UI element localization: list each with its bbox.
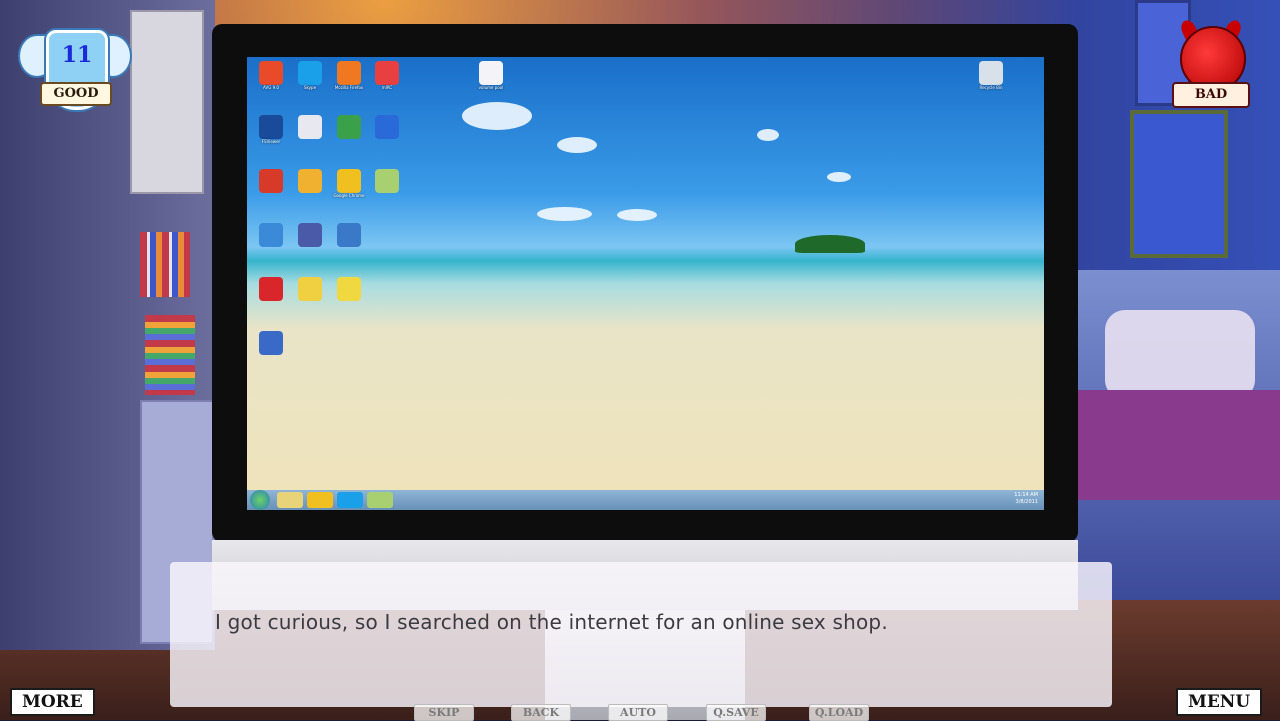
app-icon: [298, 277, 322, 301]
desktop-icon[interactable]: Skype: [288, 61, 332, 91]
desktop-screen: AVG 9.0 Skype Mozilla Firefox mIRC FSViewer G…: [247, 57, 1044, 510]
app-icon: [298, 169, 322, 193]
blanket: [1075, 390, 1280, 500]
app-icon: [337, 223, 361, 247]
dialogue-text: I got curious, so I searched on the inte…: [215, 610, 888, 634]
desktop-icon[interactable]: [288, 115, 332, 139]
cloud: [617, 209, 657, 221]
app-icon: [259, 115, 283, 139]
more-button[interactable]: MORE: [10, 688, 95, 716]
desktop-icon[interactable]: [327, 223, 371, 247]
desktop-icon[interactable]: [365, 169, 409, 193]
auto-button[interactable]: AUTO: [608, 704, 668, 721]
cabinet-top: [130, 10, 204, 194]
app-icon: [375, 169, 399, 193]
cloud: [827, 172, 851, 182]
cloud: [462, 102, 532, 130]
app-icon: [259, 223, 283, 247]
dialogue-box[interactable]: I got curious, so I searched on the inte…: [170, 562, 1112, 707]
recycle-bin-icon: [979, 61, 1003, 85]
desktop-icon[interactable]: [249, 223, 293, 247]
good-label: GOOD: [40, 82, 112, 106]
cloud: [537, 207, 592, 221]
explorer-taskbar-icon[interactable]: [277, 492, 303, 508]
app-icon: [298, 61, 322, 85]
desktop-icon-label: Skype: [303, 85, 317, 90]
good-meter-badge: 11 GOOD: [18, 20, 132, 115]
file-icon: [479, 61, 503, 85]
desktop-icon-label: AVG 9.0: [263, 85, 279, 90]
app-icon: [298, 223, 322, 247]
app-icon: [259, 61, 283, 85]
desktop-icon[interactable]: [288, 223, 332, 247]
skip-button[interactable]: SKIP: [414, 704, 474, 721]
app-icon: [259, 169, 283, 193]
desktop-icon[interactable]: mIRC: [365, 61, 409, 91]
books-stack: [145, 315, 195, 395]
app-icon: [298, 115, 322, 139]
wall-poster: [1130, 110, 1228, 258]
app-icon: [337, 277, 361, 301]
desktop-icon-recycle-bin[interactable]: Recycle Bin: [969, 61, 1013, 91]
app-icon: [375, 115, 399, 139]
desktop-icon[interactable]: [327, 277, 371, 301]
bad-label: BAD: [1172, 82, 1250, 108]
desktop-icon[interactable]: [365, 115, 409, 139]
desktop-icon-label: FSViewer: [261, 139, 281, 144]
app-icon: [337, 61, 361, 85]
good-score: 11: [61, 42, 93, 68]
cloud: [557, 137, 597, 153]
back-button[interactable]: BACK: [511, 704, 571, 721]
start-button[interactable]: [250, 490, 270, 510]
bed: [1075, 270, 1280, 600]
app-icon: [259, 331, 283, 355]
taskbar-clock: 11:14 AM 3/8/2011: [1014, 492, 1038, 505]
app-icon: [337, 169, 361, 193]
island: [795, 235, 865, 253]
desktop-icon[interactable]: [249, 277, 293, 301]
desktop-icon[interactable]: [249, 331, 293, 355]
chrome-taskbar-icon[interactable]: [307, 492, 333, 508]
bad-meter-badge: BAD: [1160, 17, 1260, 113]
desktop-icon-label: mIRC: [381, 85, 393, 90]
skype-taskbar-icon[interactable]: [337, 492, 363, 508]
quick-save-button[interactable]: Q.SAVE: [706, 704, 766, 721]
taskbar: 11:14 AM 3/8/2011: [247, 490, 1044, 510]
desktop-icon[interactable]: [288, 277, 332, 301]
quick-load-button[interactable]: Q.LOAD: [809, 704, 869, 721]
desktop-icon[interactable]: FSViewer: [249, 115, 293, 145]
app-taskbar-icon[interactable]: [367, 492, 393, 508]
app-icon: [375, 61, 399, 85]
books-row: [140, 232, 190, 297]
desktop-icon-label: Google Chrome: [333, 193, 365, 198]
desktop-icon[interactable]: AVG 9.0: [249, 61, 293, 91]
desktop-icon[interactable]: [288, 169, 332, 193]
menu-button[interactable]: MENU: [1176, 688, 1263, 716]
pillow: [1105, 310, 1255, 400]
cloud: [757, 129, 779, 141]
desktop-icon[interactable]: [249, 169, 293, 193]
desktop-icon-volume[interactable]: volume pool: [469, 61, 513, 91]
app-icon: [259, 277, 283, 301]
app-icon: [337, 115, 361, 139]
